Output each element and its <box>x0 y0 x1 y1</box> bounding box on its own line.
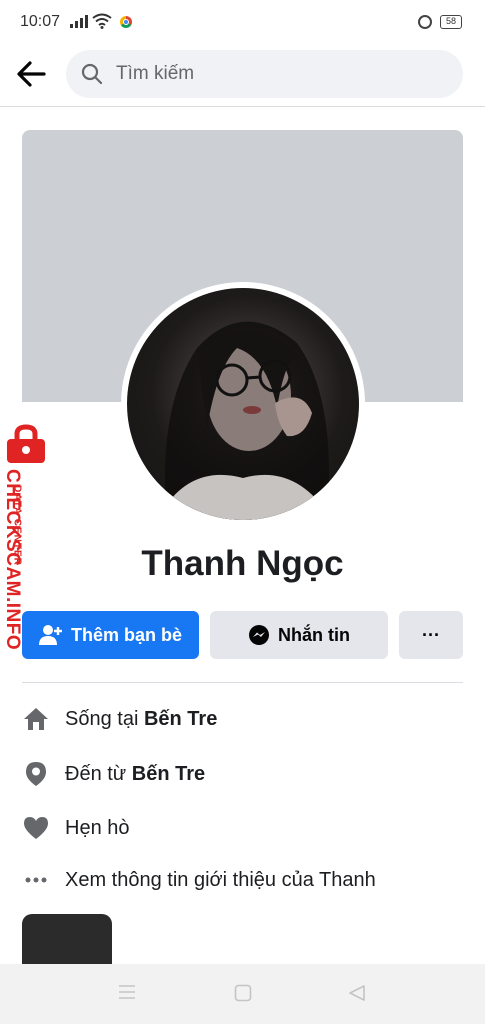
wifi-icon <box>92 13 112 34</box>
battery-icon: 58 <box>440 15 462 29</box>
messenger-icon <box>248 624 270 646</box>
more-options-button[interactable]: ··· <box>399 611 463 659</box>
home-icon <box>22 705 50 733</box>
add-friend-button[interactable]: Thêm bạn bè <box>22 611 199 659</box>
status-bar: 10:07 58 <box>0 0 485 44</box>
lock-logo-icon <box>3 424 49 464</box>
search-input[interactable] <box>114 62 418 86</box>
chrome-icon <box>120 16 132 28</box>
from-place[interactable]: Bến Tre <box>132 763 205 786</box>
lives-in-prefix: Sống tại <box>65 707 139 730</box>
info-lives-in: Sống tại Bến Tre <box>22 702 463 736</box>
message-button[interactable]: Nhắn tin <box>210 611 388 659</box>
back-button[interactable] <box>14 56 50 92</box>
from-prefix: Đến từ <box>65 762 127 785</box>
info-from: Đến từ Bến Tre <box>22 757 463 791</box>
home-nav-icon[interactable] <box>234 984 252 1007</box>
status-app-icon <box>418 15 432 29</box>
info-dating: Hẹn hò <box>22 811 463 845</box>
add-friend-label: Thêm bạn bè <box>70 624 182 645</box>
menu-nav-icon[interactable] <box>118 984 136 1005</box>
message-label: Nhắn tin <box>278 624 350 645</box>
status-time: 10:07 <box>20 13 61 30</box>
add-friend-icon <box>38 624 63 646</box>
avatar-photo <box>157 321 332 520</box>
top-header <box>0 44 485 107</box>
lives-in-place[interactable]: Bến Tre <box>144 708 217 731</box>
see-about-link[interactable]: Xem thông tin giới thiệu của Thanh <box>22 863 463 897</box>
profile-name: Thanh Ngọc <box>141 544 344 583</box>
heart-icon <box>22 814 50 842</box>
signal-icon <box>70 15 88 28</box>
location-pin-icon <box>22 760 50 788</box>
arrow-left-icon <box>17 61 46 87</box>
dating-label: Hẹn hò <box>65 816 130 839</box>
system-nav-bar <box>0 964 485 1024</box>
more-icon: ··· <box>422 624 440 645</box>
see-about-label: Xem thông tin giới thiệu của Thanh <box>65 868 376 891</box>
search-icon <box>81 63 103 85</box>
profile-avatar[interactable] <box>127 288 359 520</box>
search-bar[interactable] <box>66 50 463 98</box>
back-nav-icon[interactable] <box>348 984 366 1007</box>
more-dots-icon <box>22 866 50 894</box>
divider <box>22 682 463 683</box>
watermark-line2: CHECKSCAM.INFO <box>2 469 23 651</box>
